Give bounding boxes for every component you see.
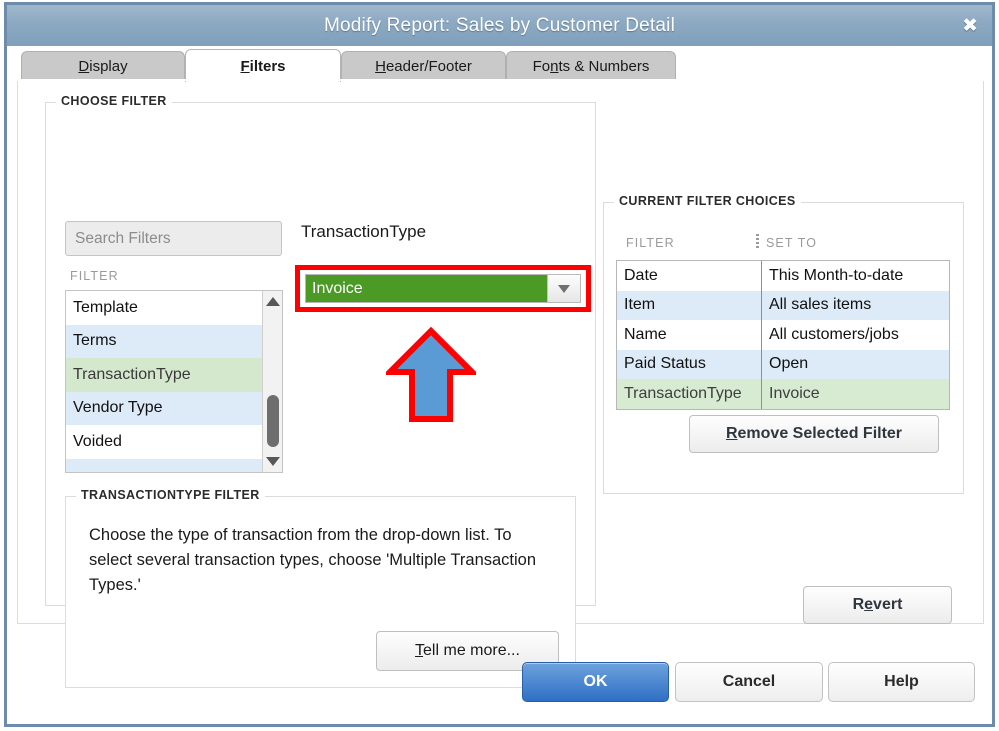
triangle-down-icon[interactable] (263, 451, 282, 472)
table-cell-setto: Open (769, 355, 809, 373)
triangle-up-icon[interactable] (263, 291, 282, 312)
tab-bar: Display Filters Header/Footer Fonts & Nu… (7, 46, 992, 82)
transactiontype-filter-description-group: TRANSACTIONTYPE FILTER Choose the type o… (65, 488, 576, 688)
table-cell-setto: This Month-to-date (769, 266, 904, 284)
table-cell-filter: Paid Status (617, 349, 762, 379)
filter-list-item[interactable] (66, 458, 263, 472)
ok-button[interactable]: OK (522, 662, 669, 702)
selected-filter-heading: TransactionType (301, 222, 427, 241)
choose-filter-group-label: CHOOSE FILTER (56, 94, 172, 108)
filter-list-item[interactable]: Template (66, 291, 263, 325)
table-cell-filter: Name (617, 320, 762, 350)
annotation-arrow-icon (386, 326, 476, 422)
scrollbar-thumb[interactable] (267, 395, 279, 447)
remove-selected-filter-button[interactable]: Remove Selected Filter (689, 415, 939, 453)
close-icon[interactable]: ✖ (962, 16, 978, 35)
description-group-label: TRANSACTIONTYPE FILTER (76, 488, 265, 502)
filter-list-item[interactable]: Voided (66, 425, 263, 459)
filter-list-item[interactable]: Terms (66, 324, 263, 358)
table-cell-setto: Invoice (769, 384, 820, 402)
filter-list-header: FILTER (70, 269, 119, 283)
table-cell-filter: Item (617, 290, 762, 320)
tab-fonts-numbers[interactable]: Fonts & Numbers (506, 51, 676, 81)
current-filter-choices-group-label: CURRENT FILTER CHOICES (614, 194, 801, 208)
dialog-titlebar: Modify Report: Sales by Customer Detail … (7, 5, 992, 47)
table-cell-filter: TransactionType (617, 379, 762, 409)
cancel-button[interactable]: Cancel (675, 662, 823, 702)
table-cell-setto: All sales items (769, 296, 872, 314)
current-filter-choices-group: CURRENT FILTER CHOICES FILTER SET TO Dat… (603, 194, 964, 494)
tab-content-panel: CHOOSE FILTER CURRENT FILTER CHOICES FIL… (17, 79, 984, 688)
filter-list-scrollbar[interactable] (262, 291, 282, 472)
filter-list[interactable]: Template Terms TransactionType Vendor Type V… (65, 290, 283, 473)
filter-list-item[interactable]: Vendor Type (66, 391, 263, 425)
dropdown-selected-value: Invoice (306, 275, 547, 302)
table-row[interactable]: TransactionType Invoice (617, 379, 949, 409)
tab-header-footer[interactable]: Header/Footer (341, 51, 506, 81)
table-row[interactable]: Paid Status Open (617, 349, 949, 379)
tab-active-underline (7, 79, 992, 81)
table-row[interactable]: Item All sales items (617, 290, 949, 320)
filter-list-item[interactable]: TransactionType (66, 358, 263, 392)
modify-report-dialog: Modify Report: Sales by Customer Detail … (4, 2, 995, 727)
column-resize-icon[interactable] (756, 234, 759, 248)
tab-display[interactable]: Display (21, 51, 185, 81)
cfc-column-header-setto: SET TO (766, 236, 818, 250)
revert-button[interactable]: Revert (803, 586, 952, 624)
current-filter-choices-table: Date This Month-to-date Item All sales item… (616, 260, 950, 410)
help-button[interactable]: Help (828, 662, 975, 702)
search-input[interactable]: Search Filters (65, 221, 282, 256)
dialog-title: Modify Report: Sales by Customer Detail (324, 14, 675, 36)
table-row[interactable]: Name All customers/jobs (617, 320, 949, 350)
filter-list-rows: Template Terms TransactionType Vendor Type V… (66, 291, 263, 472)
table-cell-filter: Date (617, 261, 762, 291)
table-cell-setto: All customers/jobs (769, 325, 899, 343)
tab-filters[interactable]: Filters (185, 49, 341, 82)
cfc-column-header-filter: FILTER (626, 236, 675, 250)
chevron-down-icon[interactable] (547, 275, 580, 302)
table-row[interactable]: Date This Month-to-date (617, 261, 949, 291)
transaction-type-dropdown[interactable]: Invoice (305, 274, 581, 303)
description-text: Choose the type of transaction from the … (89, 526, 537, 594)
